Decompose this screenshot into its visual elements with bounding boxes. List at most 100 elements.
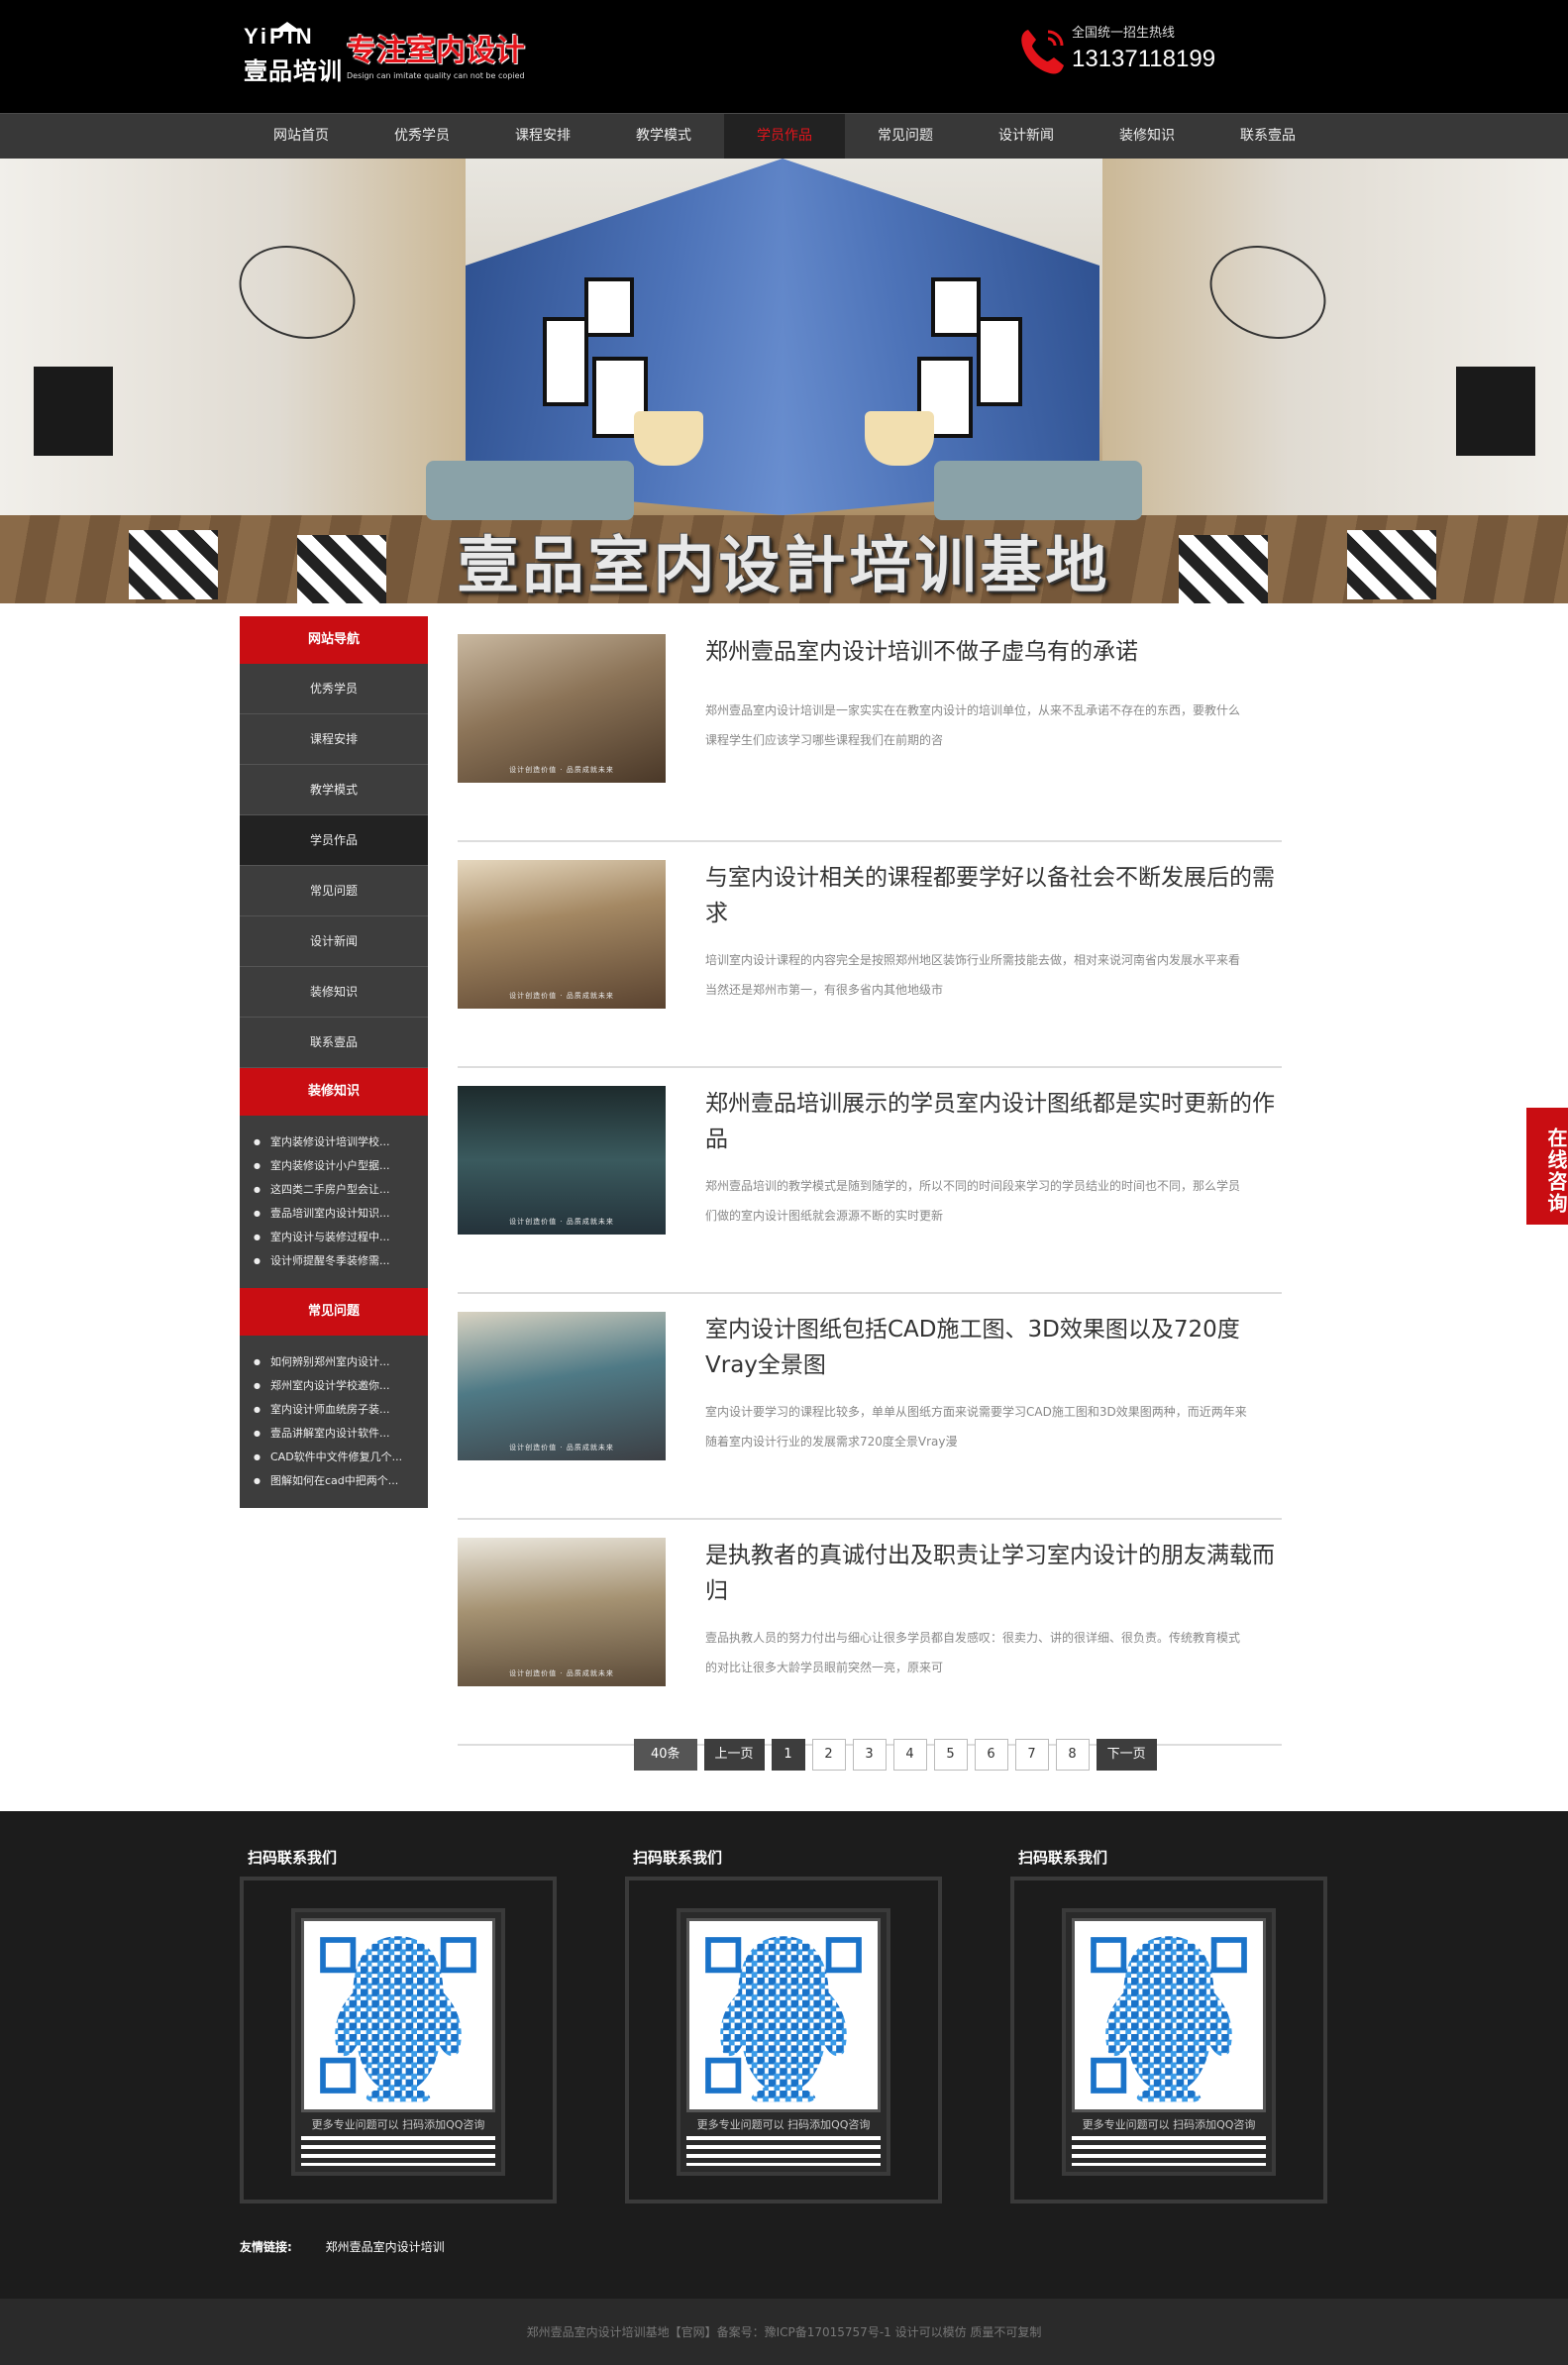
pagination-page-button[interactable]: 7 — [1014, 1739, 1049, 1771]
logo-english-tagline: Design can imitate quality can not be co… — [347, 71, 525, 80]
article-thumbnail-image — [458, 860, 666, 1009]
pagination-next-button[interactable]: 下一页 — [1096, 1739, 1157, 1771]
qq-penguin-icon — [705, 1936, 862, 2102]
friend-links: 友情链接: 郑州壹品室内设计培训 — [240, 2238, 445, 2255]
site-header: YiPiN 壹品培训 专注室内设计 Design can imitate qua… — [0, 0, 1568, 113]
sidebar-knowledge-heading[interactable]: 装修知识 — [240, 1068, 428, 1116]
sidebar-faq-link[interactable]: 如何辨别郑州室内设计... — [240, 1350, 428, 1374]
article-thumbnail-caption: 设计创造价值 · 品质成就未来 — [509, 992, 614, 1000]
article-item: 设计创造价值 · 品质成就未来 郑州壹品培训展示的学员室内设计图纸都是实时更新的作… — [458, 1068, 1282, 1294]
qq-qr-code-image[interactable] — [1072, 1918, 1266, 2112]
article-thumbnail[interactable]: 设计创造价值 · 品质成就未来 — [458, 1086, 666, 1235]
article-thumbnail-image — [458, 634, 666, 783]
article-title[interactable]: 郑州壹品室内设计培训不做子虚乌有的承诺 — [705, 634, 1280, 670]
pagination-page-button[interactable]: 2 — [811, 1739, 846, 1771]
pagination: 40条 上一页 1 2 3 4 5 6 7 8 下一页 — [634, 1739, 1157, 1771]
nav-item[interactable]: 学员作品 — [724, 114, 845, 159]
qq-qr-code-image[interactable] — [301, 1918, 495, 2112]
article-excerpt: 室内设计要学习的课程比较多，单单从图纸方面来说需要学习CAD施工图和3D效果图两… — [705, 1405, 1247, 1449]
banner-picture-frame — [931, 277, 981, 337]
banner-sofa — [934, 461, 1142, 520]
article-thumbnail[interactable]: 设计创造价值 · 品质成就未来 — [458, 1312, 666, 1460]
sidebar-knowledge-link[interactable]: 室内装修设计培训学校... — [240, 1130, 428, 1154]
qr-contact-title: 扫码联系我们 — [1018, 1849, 1108, 1867]
sidebar-faq-link[interactable]: 室内设计师血统房子装... — [240, 1398, 428, 1422]
sidebar-nav-item[interactable]: 装修知识 — [240, 967, 428, 1018]
pagination-prev-button[interactable]: 上一页 — [703, 1739, 765, 1771]
sidebar-nav-item[interactable]: 教学模式 — [240, 765, 428, 815]
nav-item[interactable]: 装修知识 — [1087, 114, 1207, 159]
sidebar-faq-heading[interactable]: 常见问题 — [240, 1288, 428, 1336]
pagination-total: 40条 — [634, 1739, 697, 1771]
pagination-page-button[interactable]: 4 — [892, 1739, 927, 1771]
article-thumbnail-caption: 设计创造价值 · 品质成就未来 — [509, 1669, 614, 1677]
article-thumbnail[interactable]: 设计创造价值 · 品质成就未来 — [458, 1538, 666, 1686]
online-consult-button[interactable]: 在线咨询 — [1526, 1108, 1568, 1225]
qr-caption: 更多专业问题可以 扫码添加QQ咨询 — [1082, 2118, 1256, 2131]
qr-caption: 更多专业问题可以 扫码添加QQ咨询 — [311, 2118, 485, 2131]
sidebar-knowledge-link[interactable]: 设计师提醒冬季装修需... — [240, 1249, 428, 1273]
copyright: 郑州壹品室内设计培训基地【官网】备案号：豫ICP备17015757号-1 设计可… — [526, 2325, 1042, 2339]
nav-item[interactable]: 优秀学员 — [362, 114, 482, 159]
sidebar-faq-link[interactable]: 图解如何在cad中把两个... — [240, 1469, 428, 1493]
sidebar-nav-item[interactable]: 优秀学员 — [240, 664, 428, 714]
sidebar-knowledge-link[interactable]: 室内装修设计小户型据... — [240, 1154, 428, 1178]
qr-contact-title: 扫码联系我们 — [633, 1849, 723, 1867]
hotline-label: 全国统一招生热线 — [1072, 26, 1176, 41]
pagination-page-button[interactable]: 5 — [933, 1739, 968, 1771]
article-item: 设计创造价值 · 品质成就未来 室内设计图纸包括CAD施工图、3D效果图以及720… — [458, 1294, 1282, 1520]
article-title[interactable]: 室内设计图纸包括CAD施工图、3D效果图以及720度Vray全景图 — [705, 1312, 1280, 1383]
banner-sofa — [426, 461, 634, 520]
pagination-page-button[interactable]: 8 — [1055, 1739, 1090, 1771]
sidebar-knowledge-list: 室内装修设计培训学校...室内装修设计小户型据...这四类二手房户型会让...壹… — [240, 1116, 428, 1288]
sidebar-nav-item[interactable]: 课程安排 — [240, 714, 428, 765]
pagination-page-button[interactable]: 1 — [771, 1739, 805, 1771]
sidebar-faq-link[interactable]: 壹品讲解室内设计软件... — [240, 1422, 428, 1446]
nav-item[interactable]: 设计新闻 — [966, 114, 1087, 159]
sidebar-knowledge-link[interactable]: 室内设计与装修过程中... — [240, 1226, 428, 1249]
logo-slogan: 专注室内设计 — [347, 34, 525, 68]
article-excerpt: 培训室内设计课程的内容完全是按照郑州地区装饰行业所需技能去做，相对来说河南省内发… — [705, 953, 1241, 997]
nav-item[interactable]: 教学模式 — [603, 114, 724, 159]
sidebar-nav-item[interactable]: 联系壹品 — [240, 1018, 428, 1068]
nav-item[interactable]: 联系壹品 — [1207, 114, 1328, 159]
friend-link[interactable]: 郑州壹品室内设计培训 — [326, 2240, 445, 2254]
qq-penguin-icon — [320, 1936, 476, 2102]
pagination-page-button[interactable]: 6 — [974, 1739, 1008, 1771]
article-item: 设计创造价值 · 品质成就未来 是执教者的真诚付出及职责让学习室内设计的朋友满载而… — [458, 1520, 1282, 1746]
nav-item[interactable]: 课程安排 — [482, 114, 603, 159]
article-title[interactable]: 是执教者的真诚付出及职责让学习室内设计的朋友满载而归 — [705, 1538, 1280, 1609]
qr-decorative-bars — [301, 2136, 495, 2166]
hotline-number[interactable]: 13137118199 — [1072, 46, 1215, 73]
article-thumbnail-image — [458, 1086, 666, 1235]
site-logo[interactable]: YiPiN 壹品培训 专注室内设计 Design can imitate qua… — [244, 22, 531, 89]
sidebar-nav-item[interactable]: 设计新闻 — [240, 916, 428, 967]
pagination-page-button[interactable]: 3 — [852, 1739, 887, 1771]
nav-item[interactable]: 网站首页 — [241, 114, 362, 159]
article-item: 设计创造价值 · 品质成就未来 郑州壹品室内设计培训不做子虚乌有的承诺 郑州壹品室内… — [458, 616, 1282, 842]
article-thumbnail-image — [458, 1312, 666, 1460]
banner-tv — [1456, 367, 1535, 456]
nav-item[interactable]: 常见问题 — [845, 114, 966, 159]
article-item: 设计创造价值 · 品质成就未来 与室内设计相关的课程都要学好以备社会不断发展后的需… — [458, 842, 1282, 1068]
sidebar-faq-link[interactable]: 郑州室内设计学校邀你... — [240, 1374, 428, 1398]
hero-banner: 壹品室内设計培训基地 — [0, 159, 1568, 603]
sidebar-nav-item[interactable]: 常见问题 — [240, 866, 428, 916]
qr-contact-box: 扫码联系我们 更多专业问题可以 扫码添加QQ咨询 — [240, 1847, 557, 2204]
sidebar-faq-link[interactable]: CAD软件中文件修复几个... — [240, 1446, 428, 1469]
qr-decorative-bars — [686, 2136, 881, 2166]
qr-contact-box: 扫码联系我们 更多专业问题可以 扫码添加QQ咨询 — [625, 1847, 942, 2204]
article-title[interactable]: 与室内设计相关的课程都要学好以备社会不断发展后的需求 — [705, 860, 1280, 931]
sidebar-nav-item[interactable]: 学员作品 — [240, 815, 428, 866]
article-thumbnail[interactable]: 设计创造价值 · 品质成就未来 — [458, 634, 666, 783]
main-nav-list: 网站首页 优秀学员 课程安排 教学模式 学员作品 常见问题 设计新闻 装修知识 联系壹品 — [241, 114, 1328, 159]
banner-lamp — [634, 411, 703, 466]
qq-qr-code-image[interactable] — [686, 1918, 881, 2112]
article-excerpt: 壹品执教人员的努力付出与细心让很多学员都自发感叹：很卖力、讲的很详细、很负责。传… — [705, 1631, 1241, 1674]
article-title[interactable]: 郑州壹品培训展示的学员室内设计图纸都是实时更新的作品 — [705, 1086, 1280, 1157]
sidebar-knowledge-link[interactable]: 这四类二手房户型会让... — [240, 1178, 428, 1202]
logo-wordmark: YiPiN — [244, 24, 315, 49]
qr-contact-box: 扫码联系我们更多专业问题可以 扫码添加QQ咨询 — [1010, 1847, 1327, 2204]
article-thumbnail[interactable]: 设计创造价值 · 品质成就未来 — [458, 860, 666, 1009]
sidebar-knowledge-link[interactable]: 壹品培训室内设计知识... — [240, 1202, 428, 1226]
